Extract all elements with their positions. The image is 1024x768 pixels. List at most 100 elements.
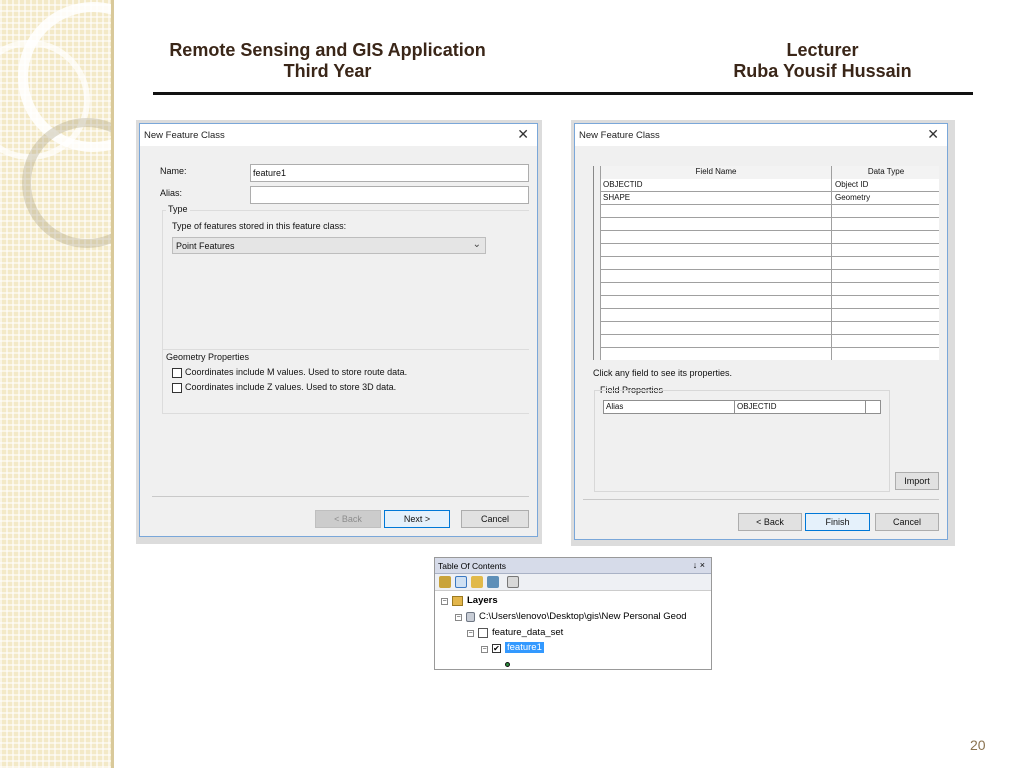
collapse-icon[interactable]: − — [455, 614, 462, 621]
back-button[interactable]: < Back — [738, 513, 802, 531]
feature-dataset-label[interactable]: feature_data_set — [492, 627, 563, 638]
table-row[interactable] — [594, 205, 939, 218]
layers-label[interactable]: Layers — [467, 595, 498, 606]
dialog-title: New Feature Class — [579, 130, 660, 141]
field-name-cell[interactable] — [601, 348, 832, 360]
table-row[interactable] — [594, 270, 939, 283]
z-values-checkbox[interactable] — [172, 383, 182, 393]
alias-label: Alias: — [160, 188, 183, 198]
data-type-cell[interactable] — [832, 283, 939, 296]
table-row[interactable]: SHAPE Geometry — [594, 192, 939, 205]
button-separator — [583, 499, 939, 500]
property-value[interactable]: OBJECTID — [735, 401, 866, 413]
options-icon[interactable] — [507, 576, 519, 588]
close-icon[interactable]: ✕ — [517, 126, 529, 143]
new-feature-class-dialog-2: New Feature Class ✕ Field Name Data Type… — [574, 123, 948, 540]
data-type-cell[interactable] — [832, 270, 939, 283]
data-type-cell[interactable] — [832, 231, 939, 244]
data-type-cell[interactable] — [832, 335, 939, 348]
data-type-cell[interactable] — [832, 296, 939, 309]
table-row[interactable] — [594, 231, 939, 244]
row-selector — [594, 231, 601, 244]
data-type-cell[interactable] — [832, 309, 939, 322]
dialog-title-bar: New Feature Class ✕ — [140, 124, 537, 146]
field-name-cell[interactable] — [601, 309, 832, 322]
field-name-cell[interactable] — [601, 205, 832, 218]
data-type-cell[interactable]: Object ID — [832, 179, 939, 192]
field-name-cell[interactable] — [601, 257, 832, 270]
feature-type-select[interactable]: Point Features ⌄ — [172, 237, 486, 254]
feature-dataset-icon — [478, 628, 488, 638]
cancel-button[interactable]: Cancel — [875, 513, 939, 531]
alias-field[interactable] — [250, 186, 529, 204]
collapse-icon[interactable]: − — [481, 646, 488, 653]
m-values-checkbox[interactable] — [172, 368, 182, 378]
row-selector — [594, 257, 601, 270]
dialog-title: New Feature Class — [144, 130, 225, 141]
import-button[interactable]: Import — [895, 472, 939, 490]
data-type-cell[interactable] — [832, 244, 939, 257]
field-name-cell[interactable] — [601, 322, 832, 335]
data-type-cell[interactable] — [832, 257, 939, 270]
field-name-cell[interactable] — [601, 335, 832, 348]
layer-visibility-checkbox[interactable]: ✔ — [492, 644, 501, 653]
table-row[interactable] — [594, 218, 939, 231]
strip-edge — [111, 0, 114, 768]
field-name-cell[interactable] — [601, 244, 832, 257]
table-row[interactable] — [594, 322, 939, 335]
row-selector — [594, 192, 601, 205]
lecturer-name: Ruba Yousif Hussain — [733, 61, 912, 81]
field-name-cell[interactable] — [601, 218, 832, 231]
field-name-cell[interactable] — [601, 283, 832, 296]
toc-toolbar — [435, 574, 711, 591]
row-selector — [594, 296, 601, 309]
back-button[interactable]: < Back — [315, 510, 381, 528]
table-row[interactable]: OBJECTID Object ID — [594, 179, 939, 192]
type-prompt: Type of features stored in this feature … — [172, 221, 347, 231]
name-field[interactable]: feature1 — [250, 164, 529, 182]
pin-close-icons[interactable]: ↓ × — [693, 560, 705, 570]
table-row[interactable] — [594, 257, 939, 270]
field-name-cell[interactable] — [601, 296, 832, 309]
data-type-cell[interactable] — [832, 218, 939, 231]
list-by-selection-icon[interactable] — [487, 576, 499, 588]
cancel-button[interactable]: Cancel — [461, 510, 529, 528]
field-name-cell[interactable]: OBJECTID — [601, 179, 832, 192]
close-icon[interactable]: ✕ — [927, 126, 939, 143]
collapse-icon[interactable]: − — [467, 630, 474, 637]
toc-title-bar: Table Of Contents ↓ × — [435, 558, 711, 574]
list-by-drawing-order-icon[interactable] — [439, 576, 451, 588]
grid-header-row: Field Name Data Type — [594, 166, 939, 179]
data-type-cell[interactable] — [832, 205, 939, 218]
table-row[interactable] — [594, 244, 939, 257]
data-type-cell[interactable] — [832, 348, 939, 360]
list-by-visibility-icon[interactable] — [471, 576, 483, 588]
table-row[interactable] — [594, 283, 939, 296]
field-name-cell[interactable]: SHAPE — [601, 192, 832, 205]
list-by-source-icon[interactable] — [455, 576, 467, 588]
course-year: Third Year — [283, 61, 372, 81]
table-of-contents-panel: Table Of Contents ↓ × − Layers − C:\User… — [434, 557, 712, 670]
row-selector — [594, 218, 601, 231]
column-header-data-type[interactable]: Data Type — [832, 166, 939, 179]
table-row[interactable] — [594, 296, 939, 309]
feature-layer-label[interactable]: feature1 — [505, 642, 544, 653]
table-row[interactable] — [594, 348, 939, 360]
column-header-field-name[interactable]: Field Name — [601, 166, 832, 179]
point-symbol-icon — [505, 662, 510, 667]
property-key[interactable]: Alias — [604, 401, 735, 413]
field-name-cell[interactable] — [601, 270, 832, 283]
finish-button[interactable]: Finish — [805, 513, 870, 531]
collapse-icon[interactable]: − — [441, 598, 448, 605]
table-row[interactable] — [594, 309, 939, 322]
table-row[interactable] — [594, 335, 939, 348]
field-name-cell[interactable] — [601, 231, 832, 244]
database-icon — [466, 612, 475, 622]
data-type-cell[interactable]: Geometry — [832, 192, 939, 205]
feature-type-value: Point Features — [176, 241, 235, 251]
row-selector — [594, 166, 601, 179]
data-type-cell[interactable] — [832, 322, 939, 335]
lecturer-header: Lecturer Ruba Yousif Hussain — [700, 40, 945, 82]
next-button[interactable]: Next > — [384, 510, 450, 528]
geodatabase-path[interactable]: C:\Users\lenovo\Desktop\gis\New Personal… — [479, 611, 687, 622]
